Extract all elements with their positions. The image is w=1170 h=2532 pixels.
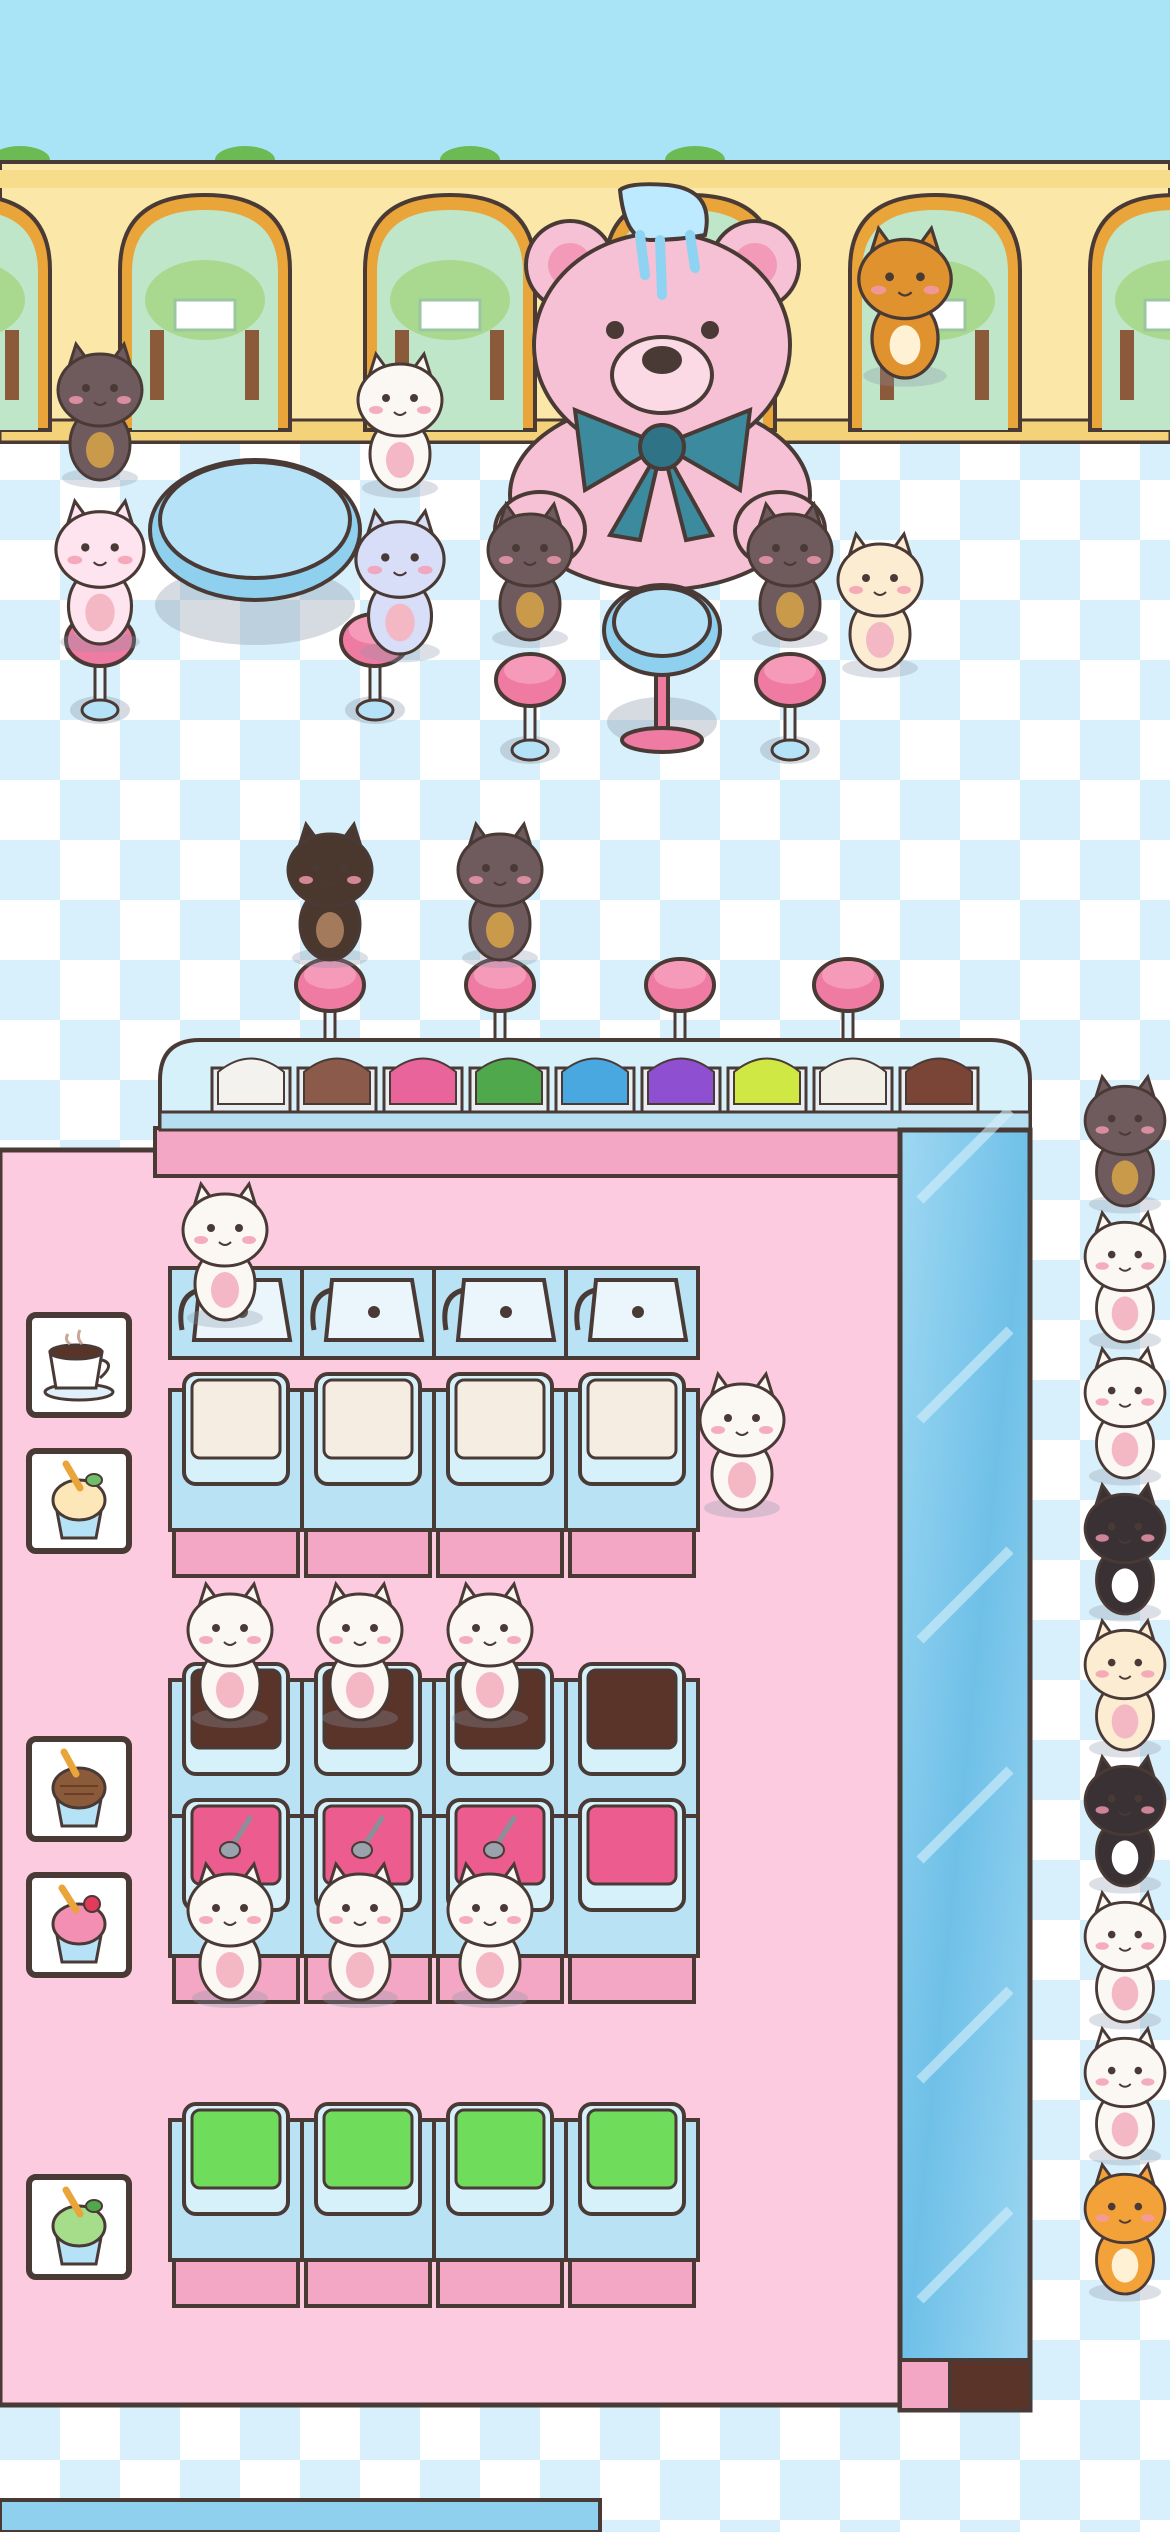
game-scene[interactable] [0,0,1170,2532]
coffee-machine[interactable] [564,1266,700,1360]
ice-cream-tub[interactable] [564,1798,700,2004]
display-tub[interactable] [726,1057,808,1116]
window-arch [118,192,292,432]
window-arch [1088,193,1170,432]
coffee-machine[interactable] [432,1266,568,1360]
window-arch [0,197,52,432]
ice-cream-tub[interactable] [432,1372,568,1578]
display-tub[interactable] [296,1057,378,1116]
display-tub[interactable] [640,1057,722,1116]
coffee-cup-icon[interactable] [26,1312,132,1418]
ice-cream-display-case[interactable] [158,1038,1032,1132]
window-arch [848,192,1022,432]
display-tub[interactable] [898,1057,980,1116]
vanilla-ice-cream-icon[interactable] [26,1448,132,1554]
display-tub[interactable] [468,1057,550,1116]
display-tub[interactable] [554,1057,636,1116]
ice-cream-tub[interactable] [168,2102,304,2308]
coffee-machine[interactable] [300,1266,436,1360]
display-tub[interactable] [812,1057,894,1116]
ice-cream-tub[interactable] [300,1372,436,1578]
ice-cream-tub[interactable] [564,1372,700,1578]
display-tub[interactable] [382,1057,464,1116]
glass-counter [897,1106,1033,2413]
sky [0,0,1170,170]
chocolate-ice-cream-icon[interactable] [26,1736,132,1842]
ice-cream-tub[interactable] [432,2102,568,2308]
ice-cream-tub[interactable] [300,2102,436,2308]
bottom-floor-strip [0,2498,602,2532]
matcha-ice-cream-icon[interactable] [26,2174,132,2280]
machine-stations[interactable] [168,1266,700,2308]
display-tub[interactable] [210,1057,292,1116]
table-round-large[interactable] [148,458,362,645]
strawberry-ice-cream-icon[interactable] [26,1872,132,1978]
ice-cream-tub[interactable] [168,1372,304,1578]
ice-cream-tub[interactable] [564,2102,700,2308]
